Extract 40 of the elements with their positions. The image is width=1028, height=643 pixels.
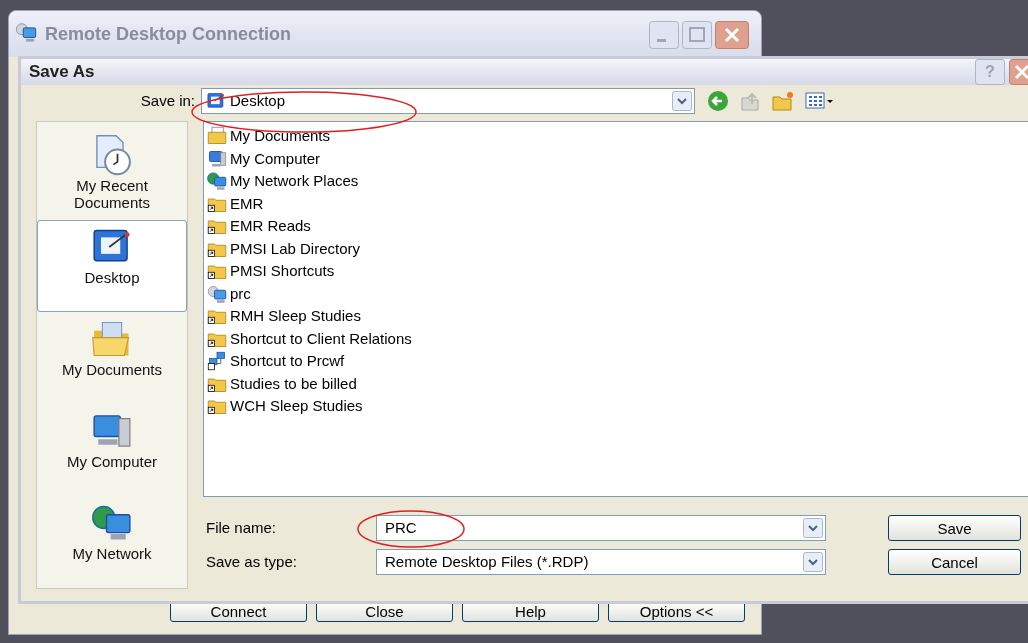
maximize-icon[interactable] xyxy=(682,21,712,49)
places-item[interactable]: My Documents xyxy=(37,312,187,404)
file-item[interactable]: Studies to be billed xyxy=(207,372,1028,395)
network-shortcut-icon xyxy=(207,351,227,372)
remote-desktop-icon xyxy=(207,283,227,304)
file-item[interactable]: RMH Sleep Studies xyxy=(207,305,1028,328)
file-item[interactable]: My Network Places xyxy=(207,170,1028,193)
dialog-title: Save As xyxy=(29,61,96,84)
view-menu-icon[interactable] xyxy=(805,91,835,111)
file-item[interactable]: PMSI Shortcuts xyxy=(207,260,1028,283)
close-icon[interactable] xyxy=(715,21,749,49)
save-in-dropdown[interactable]: Desktop xyxy=(201,88,695,114)
window-title: Remote Desktop Connection xyxy=(45,23,293,46)
save-button[interactable]: Save xyxy=(888,515,1021,541)
file-item[interactable]: My Computer xyxy=(207,147,1028,170)
globe-computer-icon xyxy=(207,171,227,192)
computer-icon xyxy=(207,148,227,169)
remote-desktop-icon xyxy=(15,21,37,43)
save-as-type-label: Save as type: xyxy=(205,551,298,572)
file-name-label: File name: xyxy=(205,517,278,538)
file-name-field[interactable]: PRC xyxy=(376,515,826,541)
folder-icon xyxy=(207,126,227,147)
new-folder-icon[interactable] xyxy=(771,90,795,112)
file-item[interactable]: prc xyxy=(207,282,1028,305)
file-item[interactable]: Shortcut to Client Relations xyxy=(207,327,1028,350)
cancel-button[interactable]: Cancel xyxy=(888,549,1021,575)
file-item[interactable]: PMSI Lab Directory xyxy=(207,237,1028,260)
places-item[interactable]: Desktop xyxy=(37,220,187,312)
minimize-icon[interactable] xyxy=(649,21,679,49)
places-item[interactable]: My Network xyxy=(37,496,187,588)
file-item[interactable]: WCH Sleep Studies xyxy=(207,395,1028,418)
save-as-type-dropdown[interactable]: Remote Desktop Files (*.RDP) xyxy=(376,549,826,575)
close-icon[interactable] xyxy=(1009,59,1028,85)
places-item[interactable]: My Computer xyxy=(37,404,187,496)
save-in-label: Save in: xyxy=(139,90,196,111)
file-item[interactable]: EMR Reads xyxy=(207,215,1028,238)
file-item[interactable]: EMR xyxy=(207,192,1028,215)
file-item[interactable]: My Documents xyxy=(207,125,1028,148)
file-item[interactable]: Shortcut to Prcwf xyxy=(207,350,1028,373)
places-item[interactable]: My Recent Documents xyxy=(37,128,187,220)
